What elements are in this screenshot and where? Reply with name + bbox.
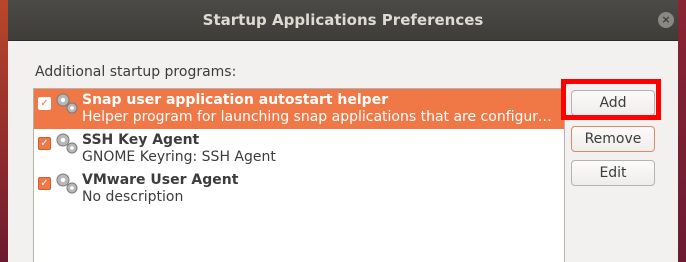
enabled-checkbox[interactable]: ✓ [38,177,51,190]
program-name: Snap user application autostart helper [82,92,389,108]
startup-preferences-window: Startup Applications Preferences × Addit… [8,0,678,262]
enabled-checkbox[interactable]: ✓ [38,137,51,150]
enabled-checkbox[interactable]: ✓ [38,97,51,110]
gears-icon [56,133,78,154]
remove-button[interactable]: Remove [571,126,655,152]
close-icon[interactable]: × [658,12,674,28]
titlebar: Startup Applications Preferences × [8,0,678,41]
program-description: No description [82,189,184,205]
startup-programs-list[interactable]: ✓ Snap user application autostart helper… [33,88,565,262]
program-description: GNOME Keyring: SSH Agent [82,149,276,165]
desktop-background-right [678,0,686,262]
section-label: Additional startup programs: [35,64,237,80]
list-item[interactable]: ✓ SSH Key Agent GNOME Keyring: SSH Agent [34,129,564,169]
program-description: Helper program for launching snap applic… [82,109,558,125]
desktop-background-left [0,0,8,262]
list-item[interactable]: ✓ VMware User Agent No description [34,169,564,209]
program-name: VMware User Agent [82,172,239,188]
program-name: SSH Key Agent [82,132,200,148]
window-title: Startup Applications Preferences [202,11,484,29]
edit-button[interactable]: Edit [571,160,655,186]
gears-icon [56,93,78,114]
list-item[interactable]: ✓ Snap user application autostart helper… [34,89,564,129]
add-button[interactable]: Add [571,90,655,116]
gears-icon [56,173,78,194]
